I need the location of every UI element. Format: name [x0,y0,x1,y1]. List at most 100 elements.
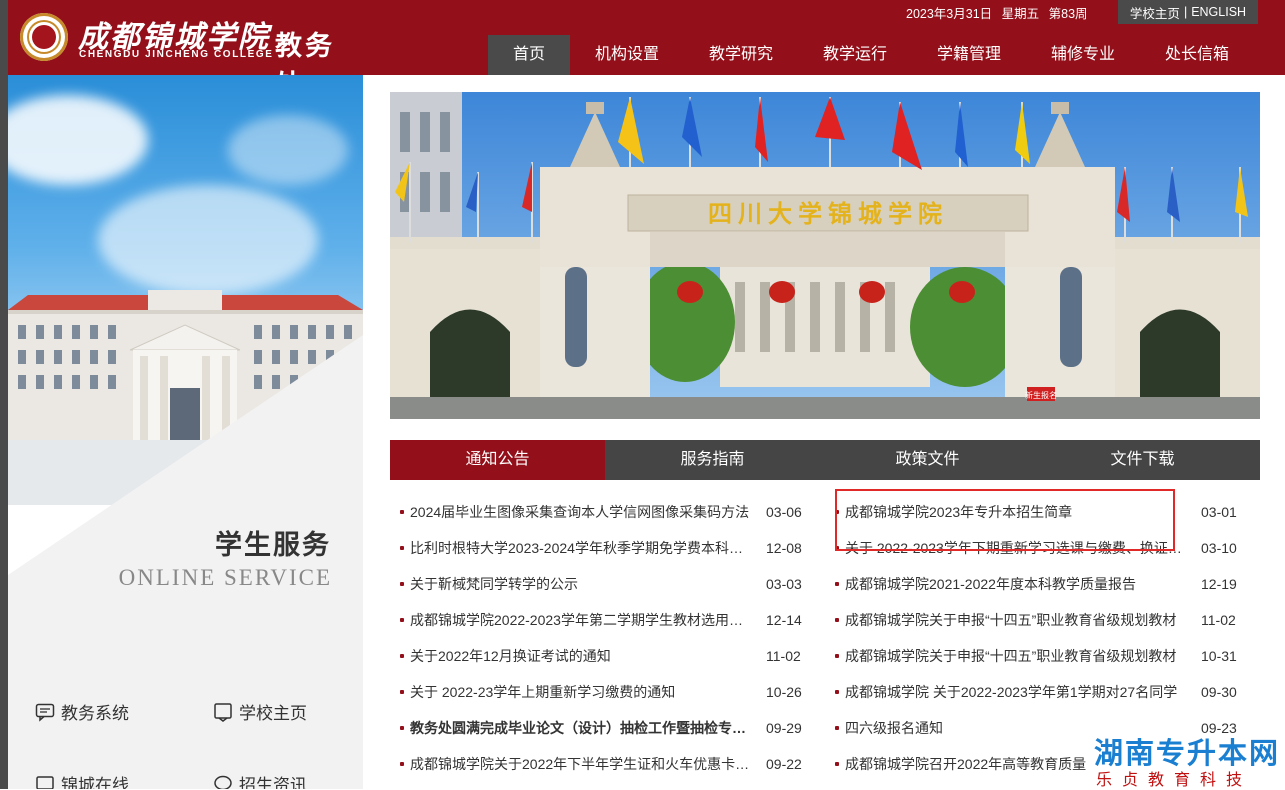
bullet-dot-icon [400,582,404,586]
nav-organization[interactable]: 机构设置 [570,35,684,75]
notice-title[interactable]: 成都锦城学院2022-2023学年第二学期学生教材选用情况 [410,602,755,638]
notice-date: 03-03 [766,576,802,592]
list-item[interactable]: 成都锦城学院关于申报“十四五”职业教育省级规划教材 11-02 [835,602,1245,638]
list-item[interactable]: 教务处圆满完成毕业论文（设计）抽检工作暨抽检专家座谈会 09-29 [400,710,810,746]
bullet-dot-icon [400,654,404,658]
notice-date: 12-19 [1201,576,1237,592]
bullet-dot-icon [400,690,404,694]
watermark: 湖南专升本网 乐贞教育科技 [1094,730,1284,789]
notice-date: 12-14 [766,612,802,628]
list-item[interactable]: 比利时根特大学2023-2024学年秋季学期免学费本科交换生项目 12-08 [400,530,810,566]
school-homepage-label: 学校主页 [239,704,307,723]
list-item[interactable]: 成都锦城学院 关于2022-2023学年第1学期对27名同学 09-30 [835,674,1245,710]
list-item[interactable]: 关于2022年12月换证考试的通知 11-02 [400,638,810,674]
college-logo[interactable]: 成都锦城学院 CHENGDU JINCHENG COLLEGE 教务处 [20,10,360,101]
notice-title[interactable]: 成都锦城学院关于申报“十四五”职业教育省级规划教材 [845,638,1185,674]
logo-english-name: CHENGDU JINCHENG COLLEGE [79,49,274,60]
list-item[interactable]: 成都锦城学院2022-2023学年第二学期学生教材选用情况 12-14 [400,602,810,638]
gate-sign-text: 四川大学锦城学院 [708,199,948,228]
bullet-dot-icon [400,546,404,550]
student-service-panel: 学生服务 ONLINE SERVICE 教务系统 学校主页 锦城在线 招生资讯 [8,75,363,789]
nav-director-mailbox[interactable]: 处长信箱 [1140,35,1254,75]
current-date: 2023年3月31日 [906,7,993,21]
jincheng-online-label: 锦城在线 [61,776,129,789]
campus-gate-banner[interactable]: 四川大学锦城学院 新生报名 [390,92,1260,419]
bullet-dot-icon [835,582,839,586]
notice-title[interactable]: 成都锦城学院2021-2022年度本科教学质量报告 [845,566,1185,602]
admission-sign-text: 新生报名 [1025,390,1057,400]
list-item[interactable]: 成都锦城学院关于申报“十四五”职业教育省级规划教材 10-31 [835,638,1245,674]
main-nav: 首页 机构设置 教学研究 教学运行 学籍管理 辅修专业 处长信箱 [488,35,1254,75]
date-info: 2023年3月31日 星期五 第83周 [906,3,1094,22]
nav-minor-program[interactable]: 辅修专业 [1026,35,1140,75]
notice-date: 10-26 [766,684,802,700]
jincheng-online-link[interactable]: 锦城在线 [35,771,129,789]
bullet-dot-icon [400,618,404,622]
student-service-title: 学生服务 [215,530,331,561]
notice-date: 11-02 [1201,612,1236,628]
highlight-box [835,489,1175,551]
left-edge-strip [0,0,8,789]
bullet-dot-icon [835,654,839,658]
notice-date: 10-31 [1201,648,1237,664]
notice-title[interactable]: 成都锦城学院关于申报“十四五”职业教育省级规划教材 [845,602,1185,638]
notice-title[interactable]: 关于2022年12月换证考试的通知 [410,638,755,674]
academic-system-label: 教务系统 [61,704,129,723]
watermark-sub: 乐贞教育科技 [1096,772,1253,789]
home-screen-icon [214,702,232,722]
notice-title[interactable]: 2024届毕业生图像采集查询本人学信网图像采集码方法 [410,494,755,530]
nav-home[interactable]: 首页 [488,35,570,75]
school-home-link[interactable]: 学校主页 [1130,3,1180,22]
notice-title[interactable]: 比利时根特大学2023-2024学年秋季学期免学费本科交换生项目 [410,530,755,566]
college-seal-icon [20,13,68,61]
notice-date: 03-10 [1201,540,1237,556]
bullet-dot-icon [400,762,404,766]
bullet-dot-icon [835,618,839,622]
chat-icon [35,703,55,722]
tab-service-guide[interactable]: 服务指南 [605,440,820,480]
bullet-dot-icon [400,726,404,730]
list-item[interactable]: 关于靳棫梵同学转学的公示 03-03 [400,566,810,602]
bullet-dot-icon [835,762,839,766]
link-separator: | [1183,5,1188,19]
list-item[interactable]: 成都锦城学院关于2022年下半年学生证和火车优惠卡办理 09-22 [400,746,810,782]
nav-student-status[interactable]: 学籍管理 [912,35,1026,75]
list-item[interactable]: 关于 2022-23学年上期重新学习缴费的通知 10-26 [400,674,810,710]
content-tabs: 通知公告 服务指南 政策文件 文件下载 [390,440,1260,480]
nav-teaching-operation[interactable]: 教学运行 [798,35,912,75]
notice-title[interactable]: 成都锦城学院关于2022年下半年学生证和火车优惠卡办理 [410,746,755,782]
notice-date: 12-08 [766,540,802,556]
bullet-dot-icon [835,726,839,730]
admission-info-label: 招生资讯 [239,776,307,789]
top-links: 学校主页 | ENGLISH [1118,0,1258,24]
monitor-icon [36,775,54,789]
notice-date: 09-22 [766,756,802,772]
nav-teaching-research[interactable]: 教学研究 [684,35,798,75]
list-item[interactable]: 2024届毕业生图像采集查询本人学信网图像采集码方法 03-06 [400,494,810,530]
notice-date: 03-01 [1201,504,1237,520]
notice-date: 11-02 [766,648,801,664]
notice-title[interactable]: 关于 2022-23学年上期重新学习缴费的通知 [410,674,755,710]
bullet-dot-icon [835,690,839,694]
tab-file-downloads[interactable]: 文件下载 [1035,440,1250,480]
tab-policy-documents[interactable]: 政策文件 [820,440,1035,480]
campus-gate-illustration: 四川大学锦城学院 新生报名 [390,92,1260,419]
bullet-dot-icon [400,510,404,514]
notice-date: 09-29 [766,720,802,736]
academic-system-link[interactable]: 教务系统 [35,699,129,724]
notice-list-left: 2024届毕业生图像采集查询本人学信网图像采集码方法 03-06 比利时根特大学20… [400,494,810,782]
notice-title[interactable]: 关于靳棫梵同学转学的公示 [410,566,755,602]
speech-bubble-icon [214,775,232,789]
admission-info-link[interactable]: 招生资讯 [213,771,307,789]
notice-date: 03-06 [766,504,802,520]
current-week: 第83周 [1048,7,1088,21]
online-service-subtitle: ONLINE SERVICE [118,565,332,590]
tab-notices[interactable]: 通知公告 [390,440,605,480]
notice-title[interactable]: 教务处圆满完成毕业论文（设计）抽检工作暨抽检专家座谈会 [410,710,755,746]
list-item[interactable]: 成都锦城学院2021-2022年度本科教学质量报告 12-19 [835,566,1245,602]
current-weekday: 星期五 [1001,7,1040,21]
notice-title[interactable]: 成都锦城学院 关于2022-2023学年第1学期对27名同学 [845,674,1185,710]
notice-date: 09-30 [1201,684,1237,700]
english-link[interactable]: ENGLISH [1191,5,1246,19]
school-homepage-link[interactable]: 学校主页 [213,699,307,724]
